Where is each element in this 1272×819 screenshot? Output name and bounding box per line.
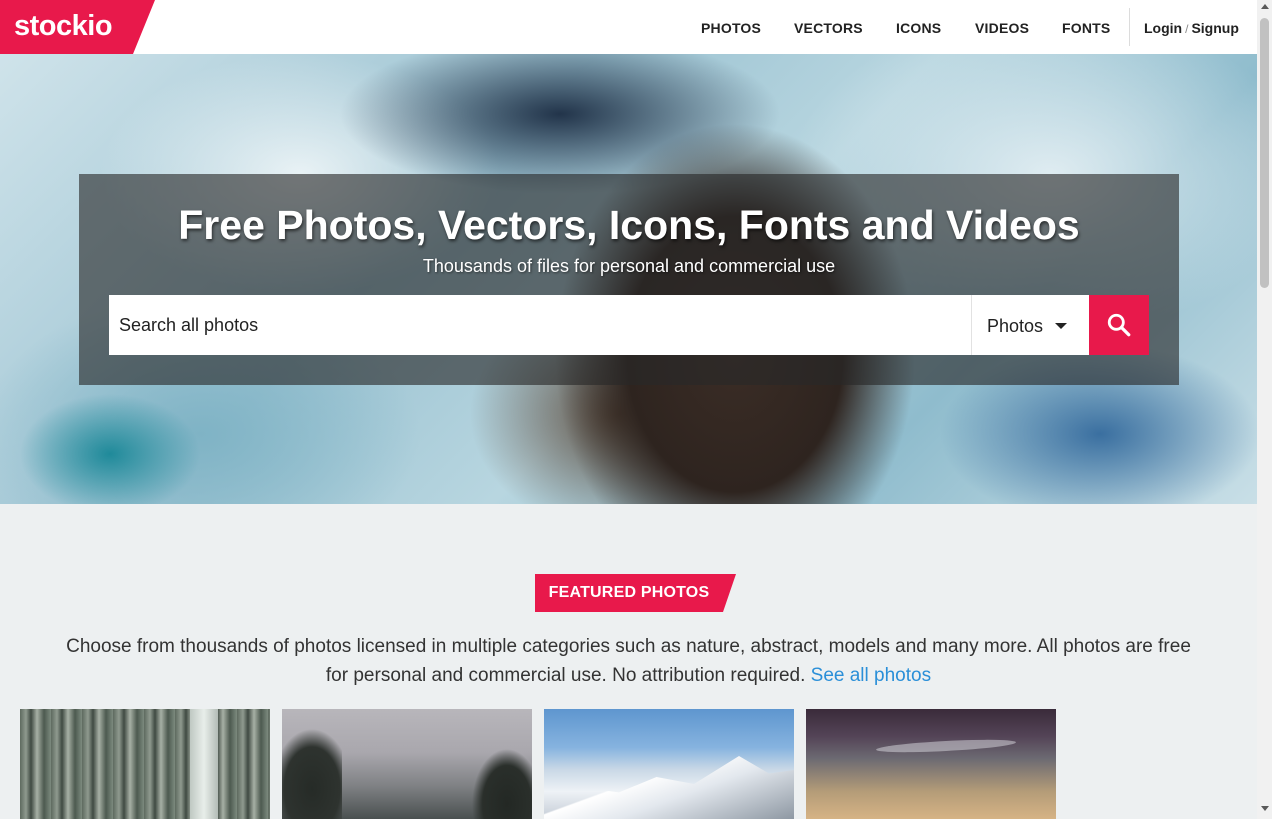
photo-thumbnail-snowy-mountains[interactable]	[544, 709, 794, 819]
search-icon	[1107, 313, 1131, 337]
nav-videos[interactable]: VIDEOS	[975, 20, 1029, 36]
photo-thumbnail-foggy-trees[interactable]	[282, 709, 532, 819]
scroll-up-arrow-icon[interactable]	[1261, 4, 1269, 9]
search-type-label: Photos	[987, 316, 1044, 336]
auth-separator: /	[1185, 22, 1189, 36]
search-button[interactable]	[1089, 295, 1149, 355]
auth-links: Login / Signup	[1144, 20, 1239, 36]
search-type-dropdown[interactable]: Photos	[971, 295, 1089, 355]
hero-title: Free Photos, Vectors, Icons, Fonts and V…	[178, 202, 1080, 248]
hero-search-panel: Free Photos, Vectors, Icons, Fonts and V…	[79, 174, 1179, 385]
see-all-photos-link[interactable]: See all photos	[811, 665, 931, 686]
nav-fonts[interactable]: FONTS	[1062, 20, 1110, 36]
logo[interactable]: stockio	[0, 0, 155, 54]
site-header: stockio PHOTOS VECTORS ICONS VIDEOS FONT…	[0, 0, 1257, 54]
photo-thumbnail-forest[interactable]	[20, 709, 270, 819]
nav-photos[interactable]: PHOTOS	[701, 20, 761, 36]
nav-divider	[1129, 8, 1130, 46]
logo-text: stockio	[14, 10, 113, 42]
nav-icons[interactable]: ICONS	[896, 20, 941, 36]
nav-vectors[interactable]: VECTORS	[794, 20, 863, 36]
scroll-down-arrow-icon[interactable]	[1261, 806, 1269, 811]
featured-description: Choose from thousands of photos licensed…	[60, 632, 1197, 690]
caret-down-icon	[1055, 323, 1067, 329]
login-link[interactable]: Login	[1144, 20, 1182, 36]
signup-link[interactable]: Signup	[1191, 20, 1238, 36]
hero-subtitle: Thousands of files for personal and comm…	[422, 256, 836, 276]
featured-badge-label: FEATURED PHOTOS	[548, 584, 710, 601]
photo-thumbnail-dusk-sky[interactable]	[806, 709, 1056, 819]
vertical-scrollbar[interactable]	[1257, 0, 1272, 819]
scrollbar-thumb[interactable]	[1260, 18, 1269, 288]
featured-photos-badge: FEATURED PHOTOS	[535, 574, 736, 612]
hero-banner: Free Photos, Vectors, Icons, Fonts and V…	[0, 54, 1257, 504]
search-input[interactable]	[109, 295, 971, 355]
featured-description-text: Choose from thousands of photos licensed…	[66, 636, 1191, 686]
